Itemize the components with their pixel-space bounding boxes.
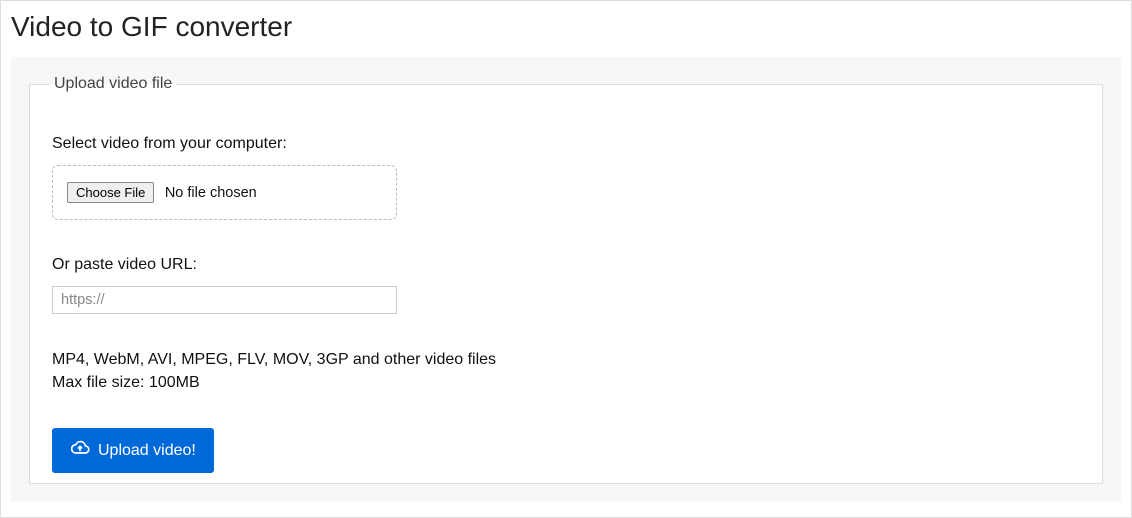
page-title: Video to GIF converter [1, 1, 1131, 57]
main-panel: Upload video file Select video from your… [11, 57, 1121, 502]
upload-legend: Upload video file [50, 75, 176, 93]
choose-file-button[interactable]: Choose File [67, 182, 154, 203]
cloud-upload-icon [70, 438, 90, 463]
max-file-size-text: Max file size: 100MB [52, 371, 1080, 394]
video-url-input[interactable] [52, 286, 397, 314]
file-status-text: No file chosen [165, 185, 257, 201]
paste-url-label: Or paste video URL: [52, 256, 1080, 274]
supported-formats-text: MP4, WebM, AVI, MPEG, FLV, MOV, 3GP and … [52, 348, 1080, 371]
upload-button-label: Upload video! [98, 442, 196, 460]
file-dropzone[interactable]: Choose File No file chosen [52, 165, 397, 220]
upload-fieldset: Upload video file Select video from your… [29, 75, 1103, 484]
select-video-label: Select video from your computer: [52, 135, 1080, 153]
upload-video-button[interactable]: Upload video! [52, 428, 214, 473]
info-block: MP4, WebM, AVI, MPEG, FLV, MOV, 3GP and … [52, 348, 1080, 394]
